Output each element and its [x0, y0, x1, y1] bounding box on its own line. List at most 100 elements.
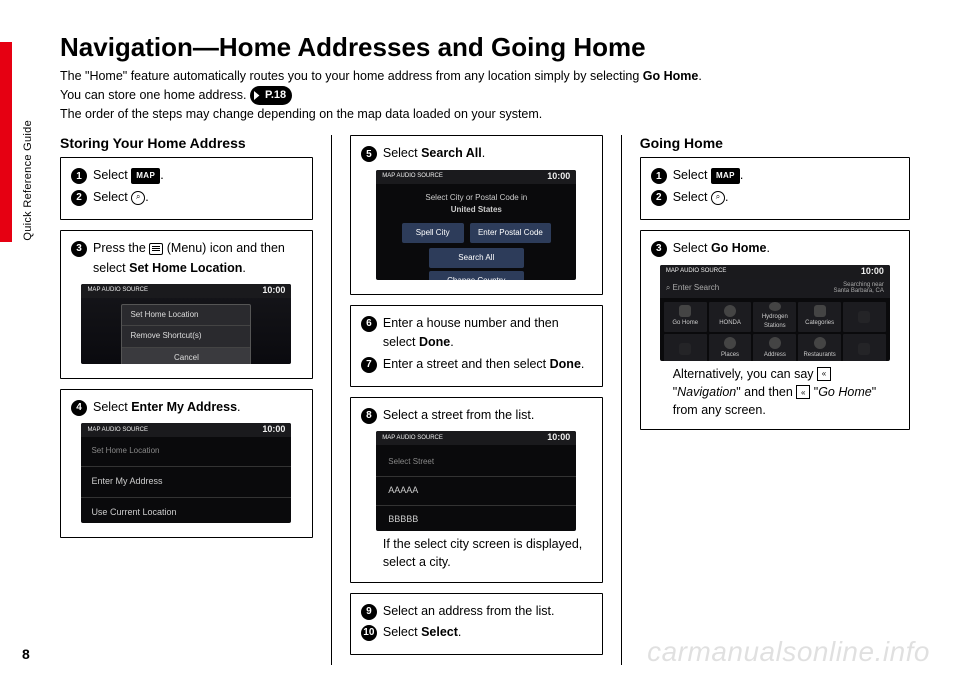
step-num-7: 7 [361, 357, 377, 373]
step-num-4: 4 [71, 400, 87, 416]
step-num-2: 2 [71, 190, 87, 206]
going-alt-note: Alternatively, you can say « "Navigation… [651, 365, 899, 419]
g-step-3: 3 Select Go Home. [651, 239, 899, 258]
cell-blank3 [843, 334, 886, 361]
middle-box-2: 6 Enter a house number and then select D… [350, 305, 603, 387]
g-step-num-2: 2 [651, 190, 667, 206]
cell-places: Places [709, 334, 752, 361]
storing-box-3: 4 Select Enter My Address. MAP AUDIO SOU… [60, 389, 313, 538]
shot5-search: ⌕ Enter Search Searching near Santa Barb… [660, 279, 890, 298]
col-going: Going Home 1 Select MAP. 2 Select ⌕. [640, 135, 910, 665]
step-1-label: Select [93, 168, 131, 182]
storing-heading: Storing Your Home Address [60, 135, 313, 151]
alt-c: Navigation [677, 385, 736, 399]
cell-hydrogen: Hydrogen Stations [753, 302, 796, 332]
shot3-tabs: MAP AUDIO SOURCE [382, 172, 443, 181]
shot4-header: MAP AUDIO SOURCE 10:00 [376, 431, 576, 445]
alt-d: " and then [736, 385, 796, 399]
columns: Storing Your Home Address 1 Select MAP. … [60, 135, 910, 665]
step-num-5: 5 [361, 146, 377, 162]
shot4-hdr: Select Street [376, 449, 576, 476]
storing-box-2: 3 Press the (Menu) icon and then select … [60, 230, 313, 379]
step-5-b: Search All [421, 146, 482, 160]
step-7-text: Enter a street and then select Done. [383, 355, 592, 374]
shot5-header: MAP AUDIO SOURCE 10:00 [660, 265, 890, 279]
step-6-b: Done [419, 335, 450, 349]
shot2-clock: 10:00 [262, 423, 285, 437]
step-10-text: Select Select. [383, 623, 592, 642]
shot3-sub2: United States [386, 204, 566, 216]
alt-f: Go Home [818, 385, 872, 399]
shot2-header: MAP AUDIO SOURCE 10:00 [81, 423, 291, 437]
step-6-text: Enter a house number and then select Don… [383, 314, 592, 353]
page-title: Navigation—Home Addresses and Going Home [60, 32, 910, 63]
shot4-tabs: MAP AUDIO SOURCE [382, 434, 443, 443]
screenshot-search-all: MAP AUDIO SOURCE 10:00 Select City or Po… [376, 170, 576, 280]
step-5: 5 Select Search All. [361, 144, 592, 163]
shot1-menu-b: Remove Shortcut(s) [122, 326, 250, 347]
step-1-text: Select MAP. [93, 166, 302, 185]
shot3-clock: 10:00 [547, 170, 570, 184]
cell-categories: Categories [798, 302, 841, 332]
g-step-3-a: Select [673, 241, 711, 255]
step-4-text: Select Enter My Address. [93, 398, 302, 417]
screenshot-set-home: MAP AUDIO SOURCE 10:00 Set Home Location… [81, 284, 291, 364]
g-step-1: 1 Select MAP. [651, 166, 899, 185]
going-box-1: 1 Select MAP. 2 Select ⌕. [640, 157, 910, 220]
divider-1 [331, 135, 332, 665]
step-num-8: 8 [361, 408, 377, 424]
intro-line-3: The order of the steps may change depend… [60, 105, 910, 124]
manual-page: Quick Reference Guide Navigation—Home Ad… [0, 0, 960, 678]
shot4-clock: 10:00 [547, 431, 570, 445]
shot2-r1: Enter My Address [81, 467, 291, 498]
step-3-c: Set Home Location [129, 261, 242, 275]
step-8: 8 Select a street from the list. [361, 406, 592, 425]
g-step-3-b: Go Home [711, 241, 767, 255]
intro-go-home: Go Home [643, 69, 699, 83]
arrow-right-icon [254, 91, 263, 100]
screenshot-enter-address: MAP AUDIO SOURCE 10:00 Set Home Location… [81, 423, 291, 523]
intro-line-2: You can store one home address. P.18 [60, 86, 910, 105]
intro-text-2: You can store one home address. [60, 88, 250, 102]
step-7-b: Done [550, 357, 581, 371]
g-step-1-a: Select [673, 168, 711, 182]
going-heading: Going Home [640, 135, 910, 151]
step-3-a: Press the [93, 241, 149, 255]
g-step-1-text: Select MAP. [673, 166, 899, 185]
alt-e: " [810, 385, 818, 399]
shot3-b3: Search All [429, 248, 524, 268]
cell-go-home: Go Home [664, 302, 707, 332]
shot1-menu: Set Home Location Remove Shortcut(s) Can… [121, 304, 251, 364]
step-10: 10 Select Select. [361, 623, 592, 642]
shot5-tabs: MAP AUDIO SOURCE [666, 267, 727, 276]
step-3-text: Press the (Menu) icon and then select Se… [93, 239, 302, 278]
step-1: 1 Select MAP. [71, 166, 302, 185]
voice-icon: « [817, 367, 831, 381]
shot1-header: MAP AUDIO SOURCE 10:00 [81, 284, 291, 298]
step-3: 3 Press the (Menu) icon and then select … [71, 239, 302, 278]
step-5-a: Select [383, 146, 421, 160]
step-10-b: Select [421, 625, 458, 639]
map-button-icon: MAP [131, 168, 160, 184]
step-4-a: Select [93, 400, 131, 414]
cell-blank1 [843, 302, 886, 332]
shot3-b2: Enter Postal Code [470, 223, 551, 243]
cell-restaurants: Restaurants [798, 334, 841, 361]
search-icon-2: ⌕ [711, 191, 725, 205]
g-step-3-text: Select Go Home. [673, 239, 899, 258]
step-2-label: Select [93, 190, 131, 204]
step-9: 9 Select an address from the list. [361, 602, 592, 621]
shot5-grid: Go Home HONDA Hydrogen Stations Categori… [660, 298, 890, 361]
intro-period: . [698, 69, 701, 83]
step-num-10: 10 [361, 625, 377, 641]
col-middle: 5 Select Search All. MAP AUDIO SOURCE 10… [350, 135, 603, 665]
intro-text: The "Home" feature automatically routes … [60, 69, 643, 83]
screenshot-go-home: MAP AUDIO SOURCE 10:00 ⌕ Enter Search Se… [660, 265, 890, 361]
step-num-1: 1 [71, 168, 87, 184]
g-step-num-1: 1 [651, 168, 667, 184]
step-6: 6 Enter a house number and then select D… [361, 314, 592, 353]
voice-icon-2: « [796, 385, 810, 399]
side-label: Quick Reference Guide [22, 120, 34, 241]
step-num-3: 3 [71, 241, 87, 257]
g-step-2: 2 Select ⌕. [651, 188, 899, 207]
